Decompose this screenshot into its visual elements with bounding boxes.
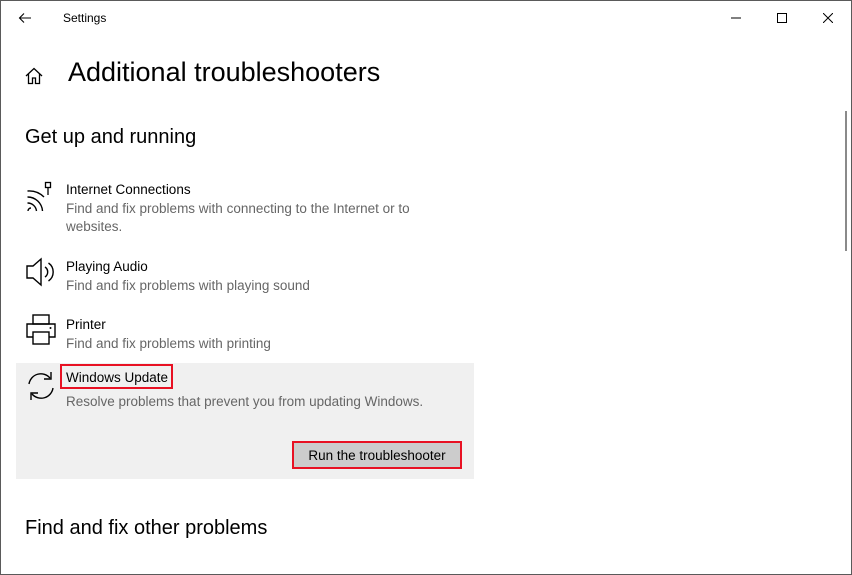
title-bar: Settings [1, 1, 851, 35]
item-name: Windows Update [59, 364, 174, 389]
section-title-get-up-running: Get up and running [25, 126, 197, 148]
item-description: Find and fix problems with connecting to… [66, 201, 410, 234]
speaker-icon [26, 257, 54, 287]
item-description: Resolve problems that prevent you from u… [66, 394, 424, 409]
close-button[interactable] [805, 1, 851, 35]
troubleshooter-internet-connections[interactable]: Internet Connections Find and fix proble… [16, 177, 474, 243]
minimize-icon [731, 17, 741, 19]
item-description: Find and fix problems with playing sound [66, 278, 310, 293]
maximize-icon [777, 13, 787, 23]
troubleshooter-playing-audio[interactable]: Playing Audio Find and fix problems with… [16, 255, 474, 299]
back-button[interactable] [7, 3, 43, 33]
settings-window: Settings Additional troubleshooters Get … [0, 0, 852, 575]
scrollbar-thumb[interactable] [845, 111, 847, 251]
item-description: Find and fix problems with printing [66, 336, 271, 351]
sync-icon [28, 372, 54, 400]
page-title: Additional troubleshooters [68, 57, 381, 87]
app-title: Settings [63, 11, 107, 25]
minimize-button[interactable] [713, 1, 759, 35]
item-name: Playing Audio [66, 259, 148, 274]
home-button[interactable] [23, 65, 45, 87]
section-title-find-fix-other: Find and fix other problems [25, 517, 268, 539]
maximize-button[interactable] [759, 1, 805, 35]
item-name: Printer [66, 317, 106, 332]
printer-icon [26, 314, 56, 345]
troubleshooter-windows-update[interactable]: Windows Update Resolve problems that pre… [16, 363, 474, 479]
run-troubleshooter-button[interactable]: Run the troubleshooter [292, 441, 462, 469]
wifi-network-icon [27, 181, 52, 212]
troubleshooter-printer[interactable]: Printer Find and fix problems with print… [16, 313, 474, 357]
item-name: Internet Connections [66, 182, 191, 197]
close-icon [823, 13, 833, 23]
home-icon [25, 67, 43, 85]
arrow-left-icon [18, 13, 31, 23]
